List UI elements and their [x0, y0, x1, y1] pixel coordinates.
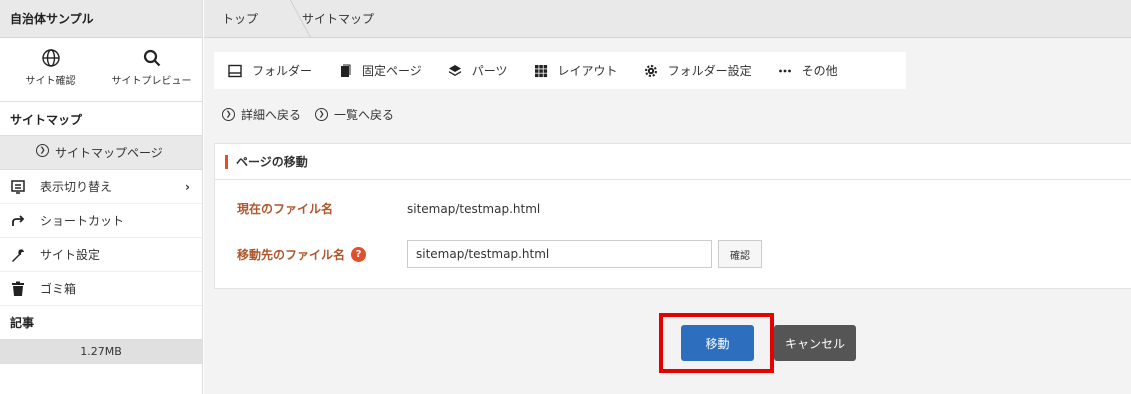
breadcrumb: トップ サイトマップ	[204, 0, 1131, 38]
back-to-list-link[interactable]: ❯ 一覧へ戻る	[315, 106, 394, 123]
check-button[interactable]: 確認	[718, 240, 762, 268]
sitemap-page-label: サイトマップページ	[55, 146, 163, 160]
shortcut-label: ショートカット	[40, 214, 125, 228]
site-settings-label: サイト設定	[40, 248, 101, 262]
breadcrumb-separator	[268, 0, 290, 38]
folder-icon	[228, 64, 242, 77]
breadcrumb-sitemap[interactable]: サイトマップ	[302, 10, 374, 27]
toolbar-fixed-page[interactable]: 固定ページ	[338, 62, 422, 79]
layers-icon	[448, 64, 461, 76]
chevron-circle-icon: ❯	[315, 108, 329, 121]
move-page-panel: ページの移動 現在のファイル名 sitemap/testmap.html 移動先…	[214, 143, 1131, 289]
storage-usage: 1.27MB	[0, 340, 202, 364]
toolbar-more-label: その他	[801, 64, 838, 78]
dest-filename-row: 移動先のファイル名 ? 確認	[237, 240, 762, 268]
site-preview-button[interactable]: サイトプレビュー	[101, 38, 202, 101]
display-switch-label: 表示切り替え	[40, 180, 113, 194]
site-title: 自治体サンプル	[0, 0, 202, 38]
toolbar-fixed-page-label: 固定ページ	[362, 64, 422, 78]
more-icon	[778, 69, 791, 72]
dest-filename-label: 移動先のファイル名	[237, 247, 346, 262]
dest-filename-input[interactable]	[407, 240, 712, 268]
search-icon	[143, 49, 160, 67]
current-filename-label: 現在のファイル名	[237, 202, 334, 216]
gear-icon	[644, 64, 657, 77]
back-to-detail-link[interactable]: ❯ 詳細へ戻る	[222, 106, 301, 123]
chevron-circle-icon: ❯	[36, 144, 49, 157]
back-to-detail-label: 詳細へ戻る	[241, 108, 302, 122]
page-icon	[341, 64, 351, 77]
wrench-icon	[12, 248, 24, 262]
help-icon[interactable]: ?	[351, 246, 367, 262]
main-content: トップ サイトマップ フォルダー 固定ページ パーツ レイアウト フォルダー設定…	[204, 0, 1131, 394]
site-preview-label: サイトプレビュー	[111, 76, 192, 87]
content-toolbar: フォルダー 固定ページ パーツ レイアウト フォルダー設定 その他	[214, 52, 906, 89]
site-check-button[interactable]: サイト確認	[0, 38, 101, 101]
toolbar-parts-label: パーツ	[471, 64, 508, 78]
toolbar-layout-label: レイアウト	[557, 64, 618, 78]
globe-icon	[41, 49, 60, 67]
articles-section-title: 記事	[0, 306, 202, 340]
accent-bar	[225, 154, 228, 169]
sitemap-section-title: サイトマップ	[0, 102, 202, 136]
toolbar-folder-settings[interactable]: フォルダー設定	[644, 62, 752, 79]
sidebar-tools: サイト確認 サイトプレビュー	[0, 38, 202, 102]
chevron-right-icon: ›	[185, 179, 190, 194]
toolbar-more[interactable]: その他	[778, 62, 838, 79]
toolbar-layout[interactable]: レイアウト	[534, 62, 618, 79]
sidebar-item-sitemap-page[interactable]: ❯ サイトマップページ	[0, 136, 202, 170]
trash-label: ゴミ箱	[40, 282, 77, 296]
dest-filename-label-wrap: 移動先のファイル名 ?	[237, 246, 407, 263]
current-filename-row: 現在のファイル名 sitemap/testmap.html	[237, 200, 540, 217]
back-links: ❯ 詳細へ戻る ❯ 一覧へ戻る	[222, 106, 394, 123]
toolbar-folder-label: フォルダー	[252, 64, 313, 78]
move-button[interactable]: 移動	[681, 325, 754, 361]
toolbar-folder-settings-label: フォルダー設定	[667, 64, 752, 78]
sidebar-item-trash[interactable]: ゴミ箱	[0, 272, 202, 306]
shortcut-arrow-icon	[12, 214, 25, 226]
breadcrumb-top[interactable]: トップ	[222, 10, 258, 27]
sidebar-item-site-settings[interactable]: サイト設定	[0, 238, 202, 272]
display-switch-icon	[11, 179, 25, 194]
site-check-label: サイト確認	[25, 76, 76, 87]
trash-icon	[12, 281, 24, 296]
cancel-button[interactable]: キャンセル	[774, 325, 856, 361]
panel-title: ページの移動	[236, 155, 308, 169]
toolbar-folder[interactable]: フォルダー	[228, 62, 312, 79]
chevron-circle-icon: ❯	[222, 108, 235, 121]
sidebar-item-shortcut[interactable]: ショートカット	[0, 204, 202, 238]
sidebar-item-display-switch[interactable]: 表示切り替え ›	[0, 170, 202, 204]
toolbar-parts[interactable]: パーツ	[448, 62, 508, 79]
sidebar: 自治体サンプル サイト確認 サイトプレビュー サイトマップ ❯ サイトマップペー…	[0, 0, 203, 394]
current-filename-value: sitemap/testmap.html	[407, 201, 541, 216]
panel-header: ページの移動	[215, 144, 1131, 180]
grid-icon	[534, 64, 547, 77]
back-to-list-label: 一覧へ戻る	[334, 108, 395, 122]
